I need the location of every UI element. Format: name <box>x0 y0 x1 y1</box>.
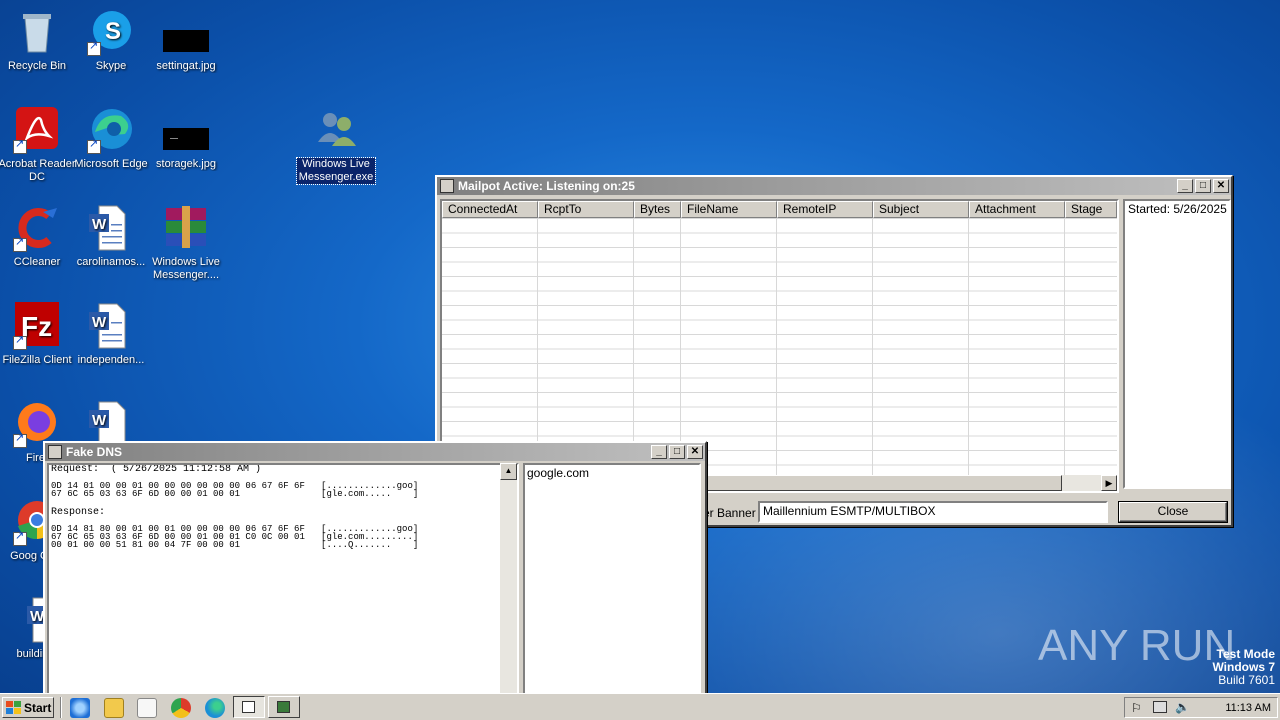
taskbar-fake-dns-button[interactable] <box>233 696 265 718</box>
desktop-icon-skype[interactable]: S Skype <box>72 8 150 73</box>
word-document-icon: W <box>87 302 135 350</box>
file-explorer-icon[interactable] <box>104 698 124 718</box>
filezilla-icon: Fz <box>13 302 61 350</box>
maximize-button[interactable]: □ <box>669 445 685 459</box>
fake-dns-titlebar[interactable]: Fake DNS _ □ ✕ <box>45 443 705 461</box>
minimize-button[interactable]: _ <box>651 445 667 459</box>
fake-dns-window[interactable]: Fake DNS _ □ ✕ Request: ( 5/26/2025 11:1… <box>43 441 707 703</box>
desktop-icon-wlm-archive[interactable]: Windows Live Messenger.... <box>147 204 225 282</box>
skype-icon: S <box>87 8 135 56</box>
close-window-button[interactable]: ✕ <box>687 445 703 459</box>
column-header[interactable]: RcptTo <box>538 201 634 218</box>
fake-dns-app-icon <box>242 701 255 713</box>
minimize-button[interactable]: _ <box>1177 179 1193 193</box>
windows-logo-icon <box>6 701 21 714</box>
banner-input[interactable]: Maillennium ESMTP/MULTIBOX <box>758 501 1108 523</box>
desktop-icon-storagek[interactable]: storagek.jpg <box>147 106 225 171</box>
image-file-icon <box>162 8 210 56</box>
desktop-icon-recycle-bin[interactable]: Recycle Bin <box>0 8 76 73</box>
taskbar: Start ⚐ 🔈 11:13 AM <box>0 693 1280 720</box>
column-header[interactable]: FileName <box>681 201 777 218</box>
banner-label: er Banner <box>703 506 756 520</box>
desktop-icon-independen[interactable]: W independen... <box>72 302 150 367</box>
acrobat-icon <box>13 106 61 154</box>
column-header[interactable]: Stage <box>1065 201 1117 218</box>
network-icon[interactable] <box>1153 701 1167 713</box>
volume-icon[interactable]: 🔈 <box>1175 700 1190 714</box>
scroll-up-arrow[interactable]: ▲ <box>500 463 517 480</box>
request-header: Request: ( 5/26/2025 11:12:58 AM ) <box>51 464 262 475</box>
edge-taskbar-icon[interactable] <box>205 698 225 718</box>
domain-list[interactable]: google.com <box>523 463 701 703</box>
edge-icon <box>87 106 135 154</box>
messenger-icon <box>312 106 360 154</box>
svg-text:W: W <box>92 216 107 233</box>
response-header: Response: <box>51 507 106 518</box>
internet-explorer-icon[interactable] <box>70 698 90 718</box>
image-file-icon <box>162 106 210 154</box>
close-window-button[interactable]: ✕ <box>1213 179 1229 193</box>
mailpot-app-icon <box>277 701 290 713</box>
chrome-taskbar-icon[interactable] <box>171 698 191 718</box>
column-header[interactable]: ConnectedAt <box>442 201 538 218</box>
desktop-icon-filezilla[interactable]: Fz FileZilla Client <box>0 302 76 367</box>
list-item[interactable]: google.com <box>527 466 697 480</box>
maximize-button[interactable]: □ <box>1195 179 1211 193</box>
vertical-scrollbar[interactable]: ▲ <box>500 463 517 699</box>
taskbar-mailpot-button[interactable] <box>268 696 300 718</box>
svg-text:S: S <box>105 18 121 45</box>
svg-text:W: W <box>92 412 107 429</box>
desktop-icon-acrobat[interactable]: Acrobat Reader DC <box>0 106 76 184</box>
desktop-icon-ccleaner[interactable]: CCleaner <box>0 204 76 269</box>
winrar-archive-icon <box>162 204 210 252</box>
mailpot-titlebar[interactable]: Mailpot Active: Listening on:25 _ □ ✕ <box>437 177 1231 195</box>
mailpot-log[interactable]: Started: 5/26/2025 1 <box>1123 199 1231 489</box>
column-header[interactable]: Bytes <box>634 201 681 218</box>
grid-header: ConnectedAt RcptTo Bytes FileName Remote… <box>442 201 1117 218</box>
mailpot-app-icon <box>440 179 454 193</box>
column-header[interactable]: RemoteIP <box>777 201 873 218</box>
desktop-icon-wlm-exe[interactable]: Windows Live Messenger.exe <box>296 106 376 185</box>
desktop-icon-carolinamos[interactable]: W carolinamos... <box>72 204 150 269</box>
packet-log[interactable]: Request: ( 5/26/2025 11:12:58 AM ) 0D 14… <box>47 463 519 703</box>
desktop-icon-settingat[interactable]: settingat.jpg <box>147 8 225 73</box>
clock[interactable]: 11:13 AM <box>1225 702 1271 714</box>
test-mode-label: Test Mode Windows 7 Build 7601 <box>1212 647 1275 687</box>
word-document-icon: W <box>87 204 135 252</box>
desktop-icon-edge[interactable]: Microsoft Edge <box>72 106 150 171</box>
close-button[interactable]: Close <box>1119 502 1227 522</box>
grid-rows <box>442 218 1117 475</box>
start-button[interactable]: Start <box>2 697 54 718</box>
recycle-bin-icon <box>13 8 61 56</box>
scroll-right-arrow[interactable]: ▶ <box>1101 475 1117 491</box>
response-line: 00 01 00 00 51 81 00 04 7F 00 00 01 [...… <box>51 540 419 550</box>
request-line: 67 6C 65 03 63 6F 6D 00 00 01 00 01 [gle… <box>51 489 419 499</box>
ccleaner-icon <box>13 204 61 252</box>
media-player-icon[interactable] <box>137 698 157 718</box>
fake-dns-app-icon <box>48 445 62 459</box>
action-center-flag-icon[interactable]: ⚐ <box>1131 701 1142 715</box>
svg-text:W: W <box>92 314 107 331</box>
column-header[interactable]: Attachment <box>969 201 1065 218</box>
column-header[interactable]: Subject <box>873 201 969 218</box>
system-tray: ⚐ 🔈 11:13 AM <box>1124 697 1278 718</box>
